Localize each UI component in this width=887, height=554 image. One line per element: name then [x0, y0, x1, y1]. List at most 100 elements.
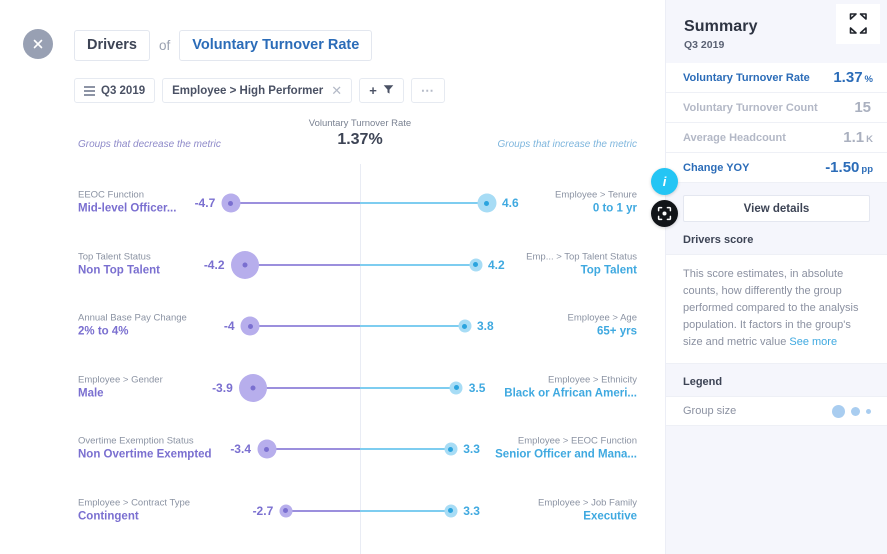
more-options-button[interactable]: ⋯: [410, 78, 445, 103]
add-filter-button[interactable]: +: [359, 78, 404, 103]
segment-remove-icon[interactable]: ✕: [331, 83, 342, 99]
driver-row[interactable]: Top Talent Status Non Top Talent Emp... > …: [0, 236, 665, 294]
driver-negative-category: Annual Base Pay Change: [78, 312, 187, 324]
driver-negative-value: 2% to 4%: [78, 325, 129, 338]
kpi-value: 15: [854, 98, 871, 116]
legend-dot-large: [832, 404, 845, 418]
driver-row[interactable]: EEOC Function Mid-level Officer... Employe…: [0, 174, 665, 232]
driver-negative-value: Non Overtime Exempted: [78, 448, 212, 461]
legend-dot-small: [866, 408, 871, 414]
funnel-icon: [383, 84, 394, 98]
see-more-link[interactable]: See more: [789, 336, 837, 348]
kpi-value-group: 1.1 K: [843, 129, 873, 147]
driver-positive-category: Employee > Ethnicity: [548, 374, 637, 386]
bubble-center-dot: [264, 446, 269, 452]
legend-title: Legend: [666, 364, 887, 397]
driver-connector-positive: [360, 263, 476, 266]
kpi-row: Change YOY -1.50 pp: [666, 153, 887, 183]
calendar-icon: [84, 85, 95, 96]
driver-score-positive: 3.8: [477, 319, 494, 333]
kpi-unit: %: [864, 73, 873, 85]
bubble-center-dot: [448, 508, 454, 513]
driver-bubble-positive[interactable]: [449, 381, 463, 394]
legend-group-size-row: Group size: [666, 396, 887, 427]
bubble-center-dot: [462, 323, 467, 329]
driver-bubble-negative[interactable]: [279, 504, 293, 517]
drivers-score-description: This score estimates, in absolute counts…: [666, 254, 887, 365]
kpi-value-group: 1.37%: [833, 69, 873, 87]
expand-fullscreen-icon[interactable]: [836, 4, 880, 44]
bubble-center-dot: [228, 200, 234, 206]
period-filter-chip[interactable]: Q3 2019: [74, 78, 156, 103]
plus-icon: +: [369, 83, 377, 98]
driver-positive-label: Employee > Ethnicity Black or African Ame…: [467, 374, 637, 401]
segment-filter-chip[interactable]: Employee > High Performer ✕: [162, 78, 353, 103]
main-panel: Drivers of Voluntary Turnover Rate Q3 20…: [0, 0, 678, 554]
view-details-button[interactable]: View details: [683, 195, 870, 222]
bubble-center-dot: [473, 262, 478, 267]
driver-bubble-positive[interactable]: [477, 193, 496, 213]
driver-bubble-positive[interactable]: [444, 504, 458, 517]
kpi-value: 1.37: [833, 68, 863, 86]
driver-negative-value: Contingent: [78, 510, 139, 523]
metric-chip[interactable]: Voluntary Turnover Rate: [179, 30, 373, 61]
driver-negative-label: Employee > Contract Type Contingent: [78, 497, 248, 524]
legend-dot-medium: [851, 406, 860, 416]
driver-positive-value: Executive: [583, 510, 637, 523]
kpi-value: 1.1: [843, 128, 865, 146]
bubble-center-dot: [484, 200, 489, 206]
bubble-center-dot: [247, 323, 253, 329]
more-options-icon: ⋯: [420, 82, 435, 98]
legend-group-size-dots: [832, 404, 871, 418]
driver-row[interactable]: Overtime Exemption Status Non Overtime Ex…: [0, 420, 665, 478]
bubble-center-dot: [453, 385, 459, 390]
driver-bubble-negative[interactable]: [257, 439, 276, 459]
kpi-label: Voluntary Turnover Rate: [683, 71, 810, 84]
driver-row[interactable]: Employee > Contract Type Contingent Employ…: [0, 482, 665, 540]
driver-connector-negative: [266, 448, 360, 450]
driver-row[interactable]: Annual Base Pay Change 2% to 4% Employee >…: [0, 297, 665, 355]
kpi-row: Voluntary Turnover Count 15: [666, 93, 887, 123]
driver-connector-positive: [360, 386, 457, 389]
driver-connector-positive: [360, 202, 487, 204]
driver-bubble-negative[interactable]: [230, 250, 259, 279]
driver-negative-label: Overtime Exemption Status Non Overtime Ex…: [78, 436, 248, 463]
driver-bubble-positive[interactable]: [458, 319, 471, 333]
driver-score-positive: 3.5: [468, 380, 486, 395]
driver-score-positive: 3.3: [463, 503, 480, 518]
view-details-container: View details: [666, 183, 887, 232]
focus-target-icon[interactable]: [651, 200, 678, 227]
drivers-chart: Voluntary Turnover Rate 1.37% Groups tha…: [0, 118, 665, 554]
driver-bubble-positive[interactable]: [469, 258, 482, 271]
drivers-chip[interactable]: Drivers: [74, 30, 150, 61]
chart-metric-value: 1.37%: [337, 131, 383, 148]
driver-bubble-negative[interactable]: [240, 316, 260, 336]
chart-metric-name: Voluntary Turnover Rate: [308, 118, 412, 129]
close-icon: [32, 38, 44, 50]
driver-positive-category: Employee > EEOC Function: [517, 435, 637, 447]
driver-negative-label: Annual Base Pay Change 2% to 4%: [78, 313, 248, 340]
close-button[interactable]: [23, 29, 53, 59]
driver-connector-negative: [285, 509, 360, 512]
driver-score-negative: -4.7: [194, 196, 216, 210]
driver-negative-category: Employee > Contract Type: [78, 497, 191, 509]
kpi-value: -1.50: [825, 158, 860, 176]
driver-connector-negative: [244, 263, 360, 266]
kpi-unit: pp: [861, 163, 873, 175]
driver-connector-positive: [360, 509, 451, 512]
kpi-row: Voluntary Turnover Rate 1.37%: [666, 63, 887, 93]
driver-bubble-negative[interactable]: [238, 373, 267, 402]
driver-score-positive: 4.6: [502, 196, 519, 210]
driver-row[interactable]: Employee > Gender Male Employee > Ethnicit…: [0, 359, 665, 417]
driver-bubble-negative[interactable]: [221, 193, 241, 213]
kpi-label: Average Headcount: [683, 131, 786, 144]
info-icon[interactable]: i: [651, 168, 678, 195]
driver-score-negative: -2.7: [252, 503, 274, 518]
driver-score-negative: -4: [223, 319, 235, 333]
driver-bubble-positive[interactable]: [444, 442, 458, 456]
driver-connector-negative: [250, 325, 360, 327]
driver-score-positive: 3.3: [463, 442, 480, 456]
chart-center-header: Voluntary Turnover Rate 1.37%: [260, 118, 460, 149]
driver-positive-category: Employee > Job Family: [538, 497, 637, 509]
title-conjunction: of: [158, 38, 171, 53]
